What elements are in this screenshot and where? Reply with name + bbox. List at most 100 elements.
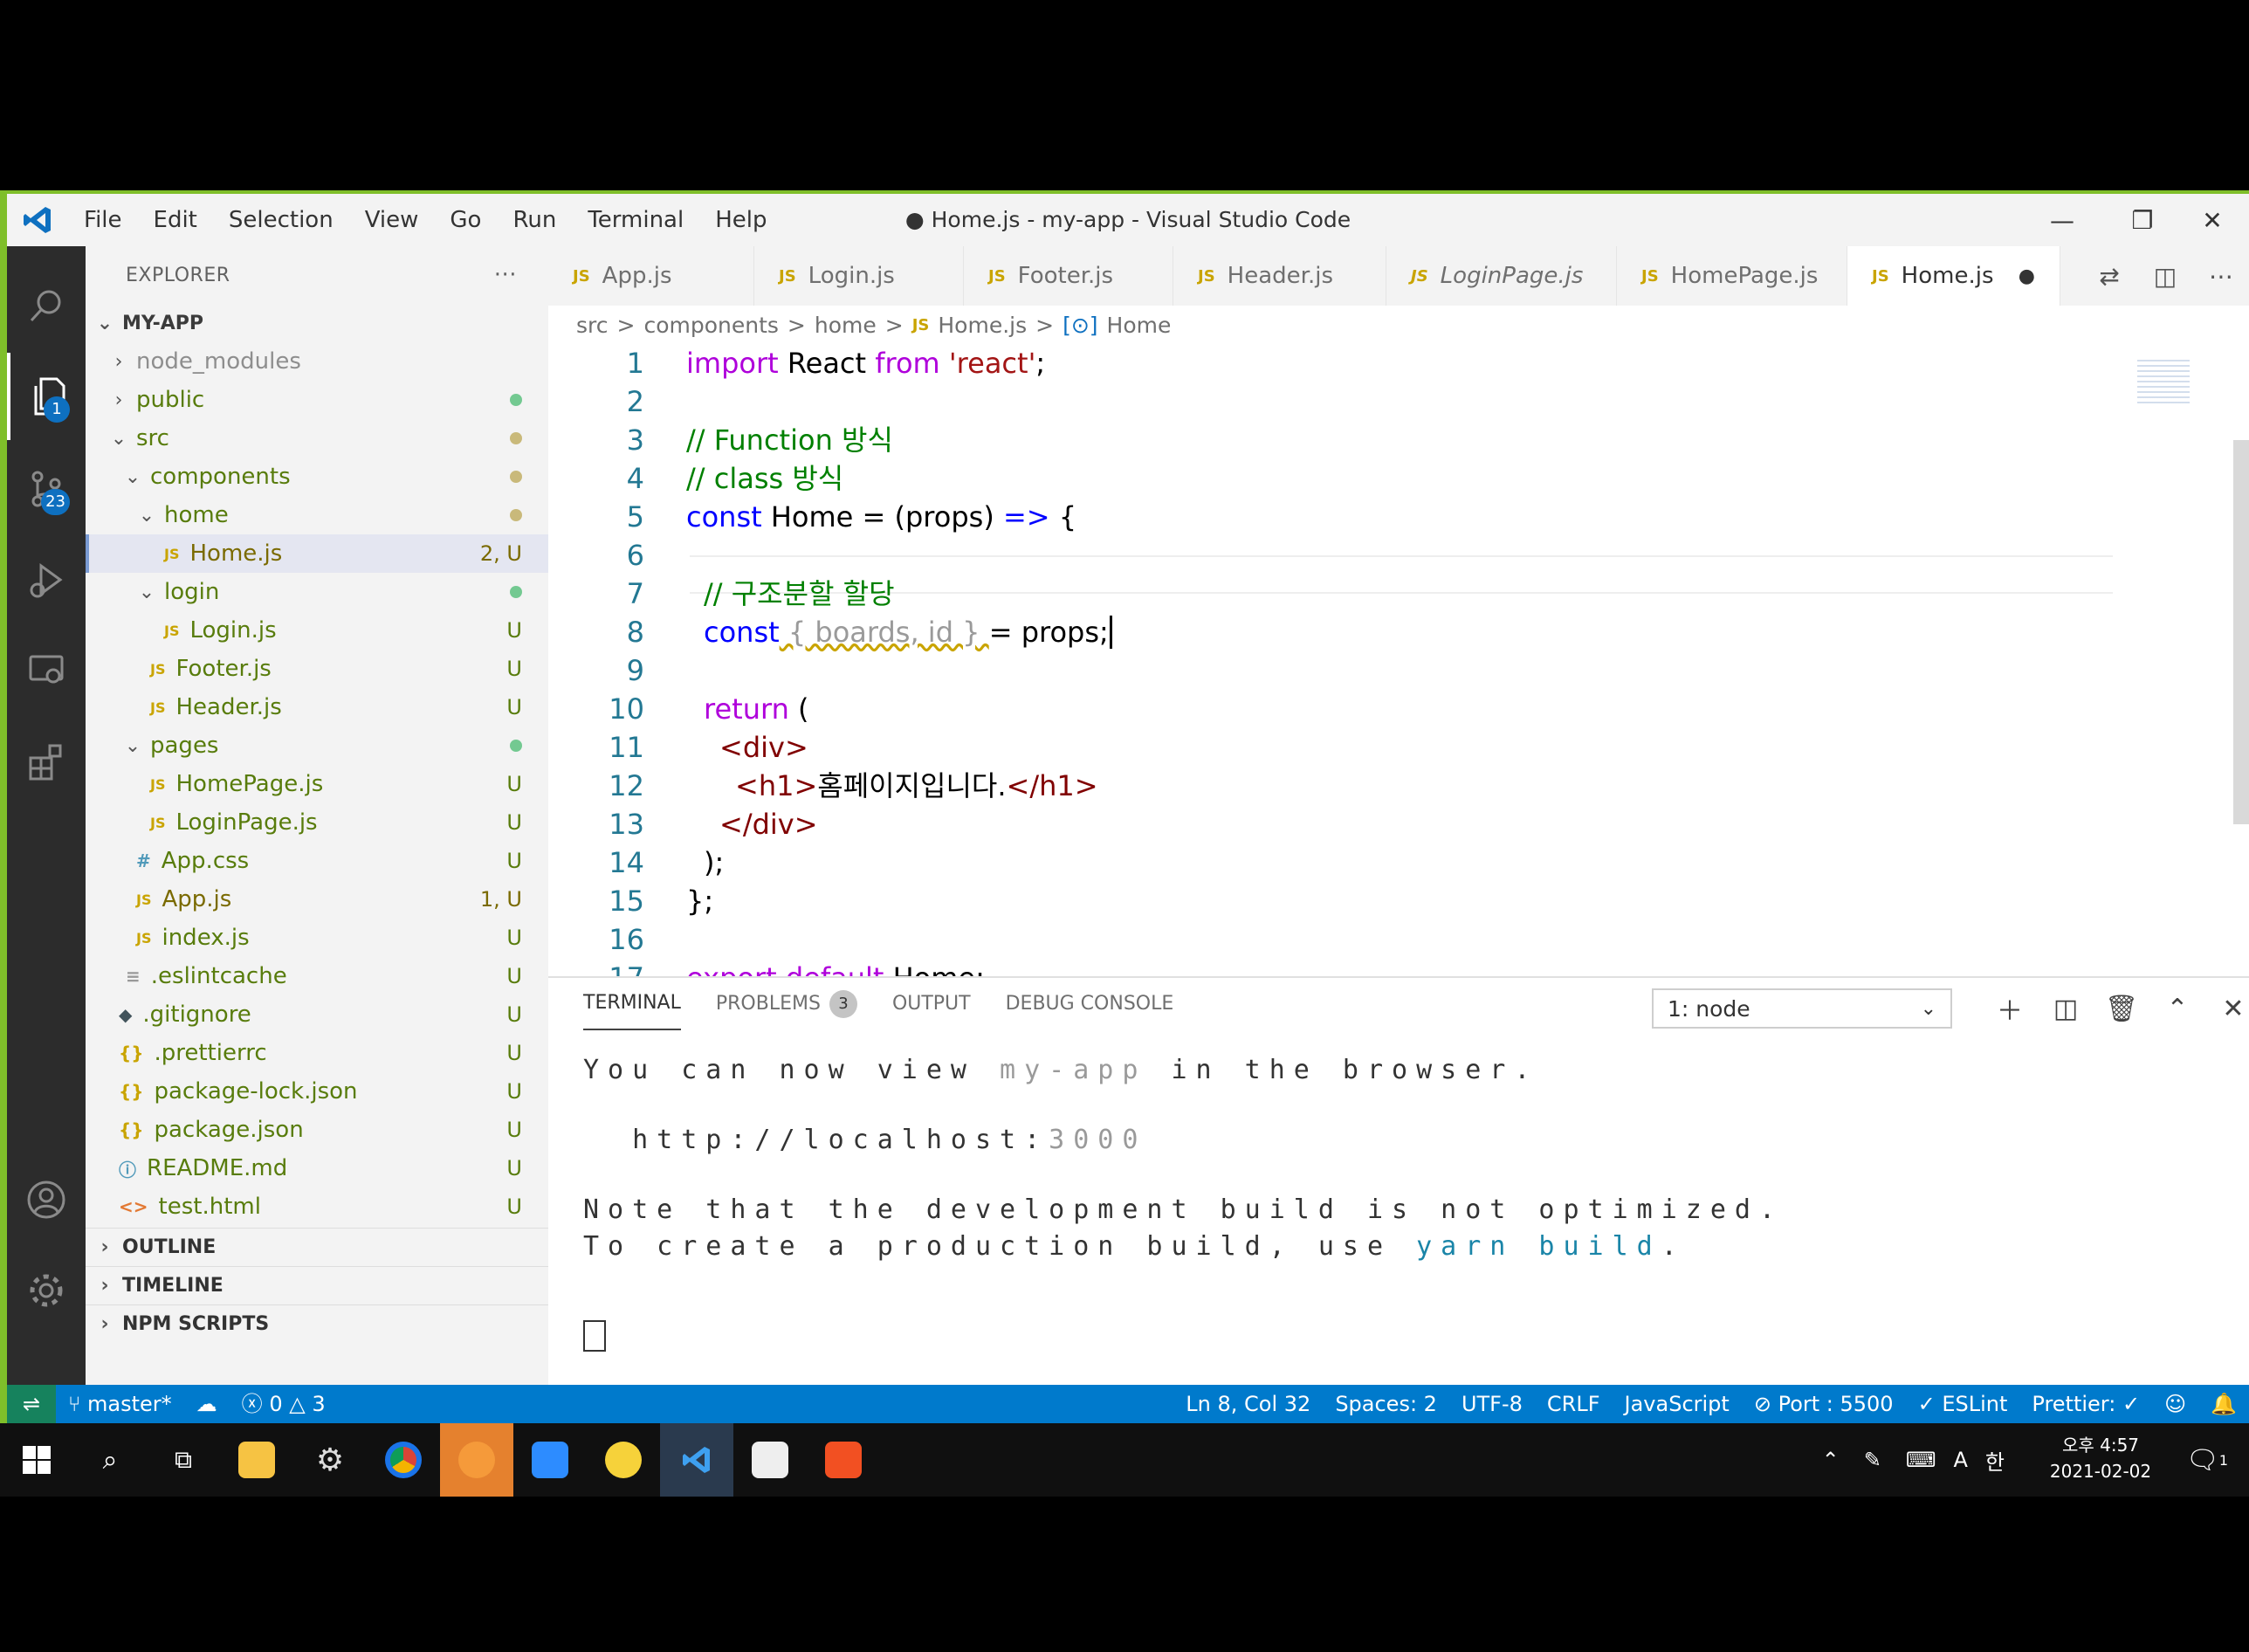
tree-item-index-js[interactable]: JS index.js U <box>86 919 548 957</box>
task-view-icon[interactable]: ⧉ <box>147 1423 220 1497</box>
clock[interactable]: 오후 4:57 2021-02-02 <box>2039 1432 2162 1484</box>
tab-terminal[interactable]: TERMINAL <box>583 978 681 1030</box>
menu-run[interactable]: Run <box>497 194 572 246</box>
restore-button[interactable]: ❐ <box>2102 194 2183 246</box>
zoom-icon[interactable] <box>513 1423 587 1497</box>
prettier-status[interactable]: Prettier: ✓ <box>2019 1385 2152 1423</box>
menu-terminal[interactable]: Terminal <box>572 194 699 246</box>
open-changes-icon[interactable]: ⇄ <box>2081 262 2137 291</box>
menu-file[interactable]: File <box>68 194 138 246</box>
live-server-port[interactable]: ⊘ Port : 5500 <box>1742 1385 1906 1423</box>
workspace-root[interactable]: ⌄ MY-APP <box>86 304 548 342</box>
tab-header-js[interactable]: JS Header.js <box>1173 246 1386 306</box>
tree-item-readme-md[interactable]: ⓘ README.md U <box>86 1149 548 1187</box>
language-mode[interactable]: JavaScript <box>1613 1385 1742 1423</box>
breadcrumb-components[interactable]: components <box>643 313 778 338</box>
search-icon[interactable] <box>7 262 86 349</box>
accounts-icon[interactable] <box>7 1156 86 1243</box>
tree-item-home-js[interactable]: JS Home.js 2, U <box>86 534 548 573</box>
tree-item-header-js[interactable]: JS Header.js U <box>86 688 548 726</box>
vscode-taskbar-icon[interactable] <box>660 1423 733 1497</box>
tree-item-eslintcache[interactable]: ≡ .eslintcache U <box>86 957 548 995</box>
tab-app-js[interactable]: JS App.js <box>548 246 754 306</box>
explorer-icon[interactable]: 1 <box>7 353 86 440</box>
tree-item-test-html[interactable]: <> test.html U <box>86 1187 548 1226</box>
unsaved-dot-icon[interactable]: ● <box>2019 265 2035 287</box>
section-timeline[interactable]: › TIMELINE <box>86 1266 548 1304</box>
maximize-panel-icon[interactable]: ⌃ <box>2153 988 2202 1029</box>
tree-item-home[interactable]: ⌄ home <box>86 496 548 534</box>
tree-item-app-js[interactable]: JS App.js 1, U <box>86 880 548 919</box>
chat-app-icon[interactable] <box>587 1423 660 1497</box>
more-actions-icon[interactable]: ··· <box>494 262 517 288</box>
encoding[interactable]: UTF-8 <box>1449 1385 1535 1423</box>
windows-start-icon[interactable] <box>0 1423 73 1497</box>
section-npm-scripts[interactable]: › NPM SCRIPTS <box>86 1304 548 1343</box>
menu-edit[interactable]: Edit <box>138 194 213 246</box>
tab-footer-js[interactable]: JS Footer.js <box>964 246 1173 306</box>
red-app-icon[interactable] <box>807 1423 880 1497</box>
tree-item-login-js[interactable]: JS Login.js U <box>86 611 548 650</box>
tree-item-pages[interactable]: ⌄ pages <box>86 726 548 765</box>
pen-icon[interactable]: ✎ <box>1864 1448 1881 1472</box>
tree-item-prettierrc[interactable]: {} .prettierrc U <box>86 1034 548 1072</box>
section-outline[interactable]: › OUTLINE <box>86 1228 548 1266</box>
extensions-icon[interactable] <box>7 718 86 805</box>
breadcrumb-src[interactable]: src <box>576 313 609 338</box>
menu-help[interactable]: Help <box>699 194 782 246</box>
breadcrumb-symbol[interactable]: Home <box>1107 313 1172 338</box>
ime-language[interactable]: 한 <box>1985 1445 2005 1476</box>
close-window-button[interactable]: ✕ <box>2172 194 2249 246</box>
menu-view[interactable]: View <box>349 194 435 246</box>
notification-center-icon[interactable]: 🗨 1 <box>2186 1423 2228 1497</box>
sync-icon[interactable]: ☁ <box>184 1385 230 1423</box>
remote-explorer-icon[interactable] <box>7 627 86 714</box>
tab-homepage-js[interactable]: JS HomePage.js <box>1617 246 1847 306</box>
minimize-button[interactable]: — <box>2022 194 2102 246</box>
terminal-select[interactable]: 1: node ⌄ <box>1652 988 1952 1029</box>
remote-icon[interactable]: ⇌ <box>7 1385 56 1423</box>
image-app-icon[interactable] <box>733 1423 807 1497</box>
new-terminal-icon[interactable]: ＋ <box>1985 988 2034 1029</box>
tree-item-src[interactable]: ⌄ src <box>86 419 548 458</box>
code-editor[interactable]: 1 2 3 4 5 6 7 8 9 10 11 12 13 14 15 16 1… <box>548 344 2249 976</box>
tree-item-node-modules[interactable]: › node_modules <box>86 342 548 381</box>
feedback-icon[interactable]: ☺ <box>2152 1385 2198 1423</box>
close-panel-icon[interactable]: ✕ <box>2209 988 2249 1029</box>
settings-gear-icon[interactable]: ⚙ <box>293 1423 367 1497</box>
menu-selection[interactable]: Selection <box>213 194 349 246</box>
line-ending[interactable]: CRLF <box>1535 1385 1613 1423</box>
source-control-icon[interactable]: 23 <box>7 445 86 533</box>
trash-icon[interactable]: 🗑 <box>2097 988 2146 1029</box>
tree-item-loginpage-js[interactable]: JS LoginPage.js U <box>86 803 548 842</box>
tab-login-js[interactable]: JS Login.js <box>754 246 964 306</box>
breadcrumb-home[interactable]: home <box>815 313 877 338</box>
tree-item-public[interactable]: › public <box>86 381 548 419</box>
terminal-cursor[interactable] <box>583 1320 606 1352</box>
orange-app-icon[interactable] <box>440 1423 513 1497</box>
run-debug-icon[interactable] <box>7 536 86 623</box>
breadcrumb-file[interactable]: Home.js <box>938 313 1027 338</box>
ime-mode[interactable]: A <box>1953 1448 1967 1472</box>
cursor-position[interactable]: Ln 8, Col 32 <box>1173 1385 1323 1423</box>
tab-loginpage-js[interactable]: JS LoginPage.js <box>1386 246 1617 306</box>
chrome-icon[interactable] <box>367 1423 440 1497</box>
tab-debug-console[interactable]: DEBUG CONSOLE <box>1006 978 1174 1030</box>
eslint-status[interactable]: ✓ ESLint <box>1906 1385 2020 1423</box>
git-branch[interactable]: ⑂ master* <box>56 1385 184 1423</box>
tree-item-footer-js[interactable]: JS Footer.js U <box>86 650 548 688</box>
indentation[interactable]: Spaces: 2 <box>1323 1385 1449 1423</box>
tab-problems[interactable]: PROBLEMS 3 <box>716 978 857 1030</box>
file-explorer-icon[interactable] <box>220 1423 293 1497</box>
menu-go[interactable]: Go <box>434 194 497 246</box>
keyboard-icon[interactable]: ⌨ <box>1906 1448 1936 1472</box>
tab-home-js[interactable]: JS Home.js ● <box>1847 246 2060 306</box>
tree-item-package-json[interactable]: {} package.json U <box>86 1111 548 1149</box>
split-editor-icon[interactable]: ◫ <box>2137 262 2193 291</box>
tree-item-gitignore[interactable]: ◆ .gitignore U <box>86 995 548 1034</box>
taskbar-search-icon[interactable]: ⌕ <box>73 1423 147 1497</box>
tree-item-components[interactable]: ⌄ components <box>86 458 548 496</box>
editor-scrollbar[interactable] <box>2233 440 2249 824</box>
more-actions-icon[interactable]: ⋯ <box>2193 262 2249 291</box>
notifications-bell-icon[interactable]: 🔔 <box>2198 1385 2249 1423</box>
